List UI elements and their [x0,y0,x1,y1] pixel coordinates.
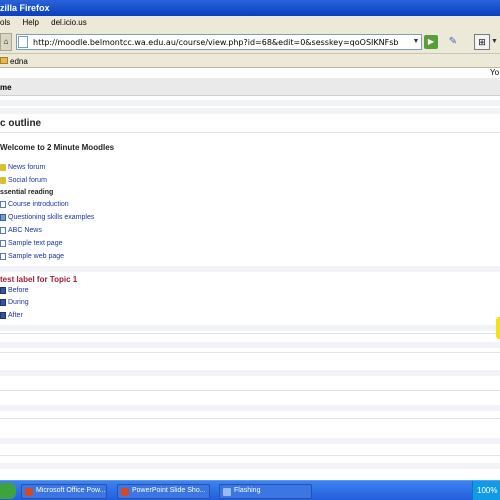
powerpoint-icon [121,488,129,496]
url-dropdown-icon[interactable]: ▼ [411,35,421,49]
menu-tools[interactable]: ols [0,18,10,27]
divider [0,108,500,114]
powerpoint-icon [25,488,33,496]
bookmarks-toolbar: edna [0,54,500,68]
url-text: http://moodle.belmontcc.wa.edu.au/course… [33,38,399,47]
social-forum-link[interactable]: Social forum [0,176,47,186]
divider [0,405,500,411]
resource-link[interactable]: ABC News [0,226,42,236]
resource-label: Sample web page [8,253,65,260]
divider [0,342,500,348]
page-icon [0,239,6,247]
search-engine-icon[interactable]: ⊞ [474,34,490,50]
page-favicon-icon [18,36,28,48]
navigation-toolbar: ⌂ http://moodle.belmontcc.wa.edu.au/cour… [0,30,500,54]
delicious-icon[interactable]: ✎ [446,35,460,49]
divider [0,390,500,391]
resource-label: Sample text page [8,240,63,247]
login-info: Yo [0,68,500,78]
page-icon [0,200,6,208]
start-button[interactable] [0,483,16,499]
resource-link[interactable]: Course introduction [0,200,69,210]
divider [0,438,500,444]
resource-link[interactable]: Sample web page [0,252,64,262]
window-title: zilla Firefox [0,3,50,13]
bookmark-edna[interactable]: edna [10,57,28,66]
menu-delicious[interactable]: del.icio.us [51,18,87,27]
divider [0,266,500,272]
divider [0,333,500,334]
video-link[interactable]: After [0,311,23,321]
divider [0,100,500,106]
forum-icon [0,176,6,184]
video-link[interactable]: During [0,298,29,308]
go-button[interactable]: ▶ [424,35,438,49]
breadcrumb: me [0,78,500,96]
url-bar[interactable]: http://moodle.belmontcc.wa.edu.au/course… [16,34,422,50]
course-welcome-heading: Welcome to 2 Minute Moodles [0,143,115,152]
essential-reading-label: ssential reading [0,189,54,196]
taskbar-item-powerpoint[interactable]: Microsoft Office Pow... [21,484,107,499]
divider [0,352,500,353]
resource-link[interactable]: Sample text page [0,239,62,249]
divider [0,132,500,133]
video-icon [0,286,6,294]
section-heading: c outline [0,118,42,129]
video-label: Before [8,287,29,294]
flash-icon [223,488,231,496]
resource-label: Questioning skills examples [8,214,95,221]
video-label: During [8,299,29,306]
divider [0,325,500,331]
window-titlebar: zilla Firefox [0,0,500,16]
resource-link[interactable]: Questioning skills examples [0,213,94,223]
video-icon [0,311,6,319]
taskbar-item-slideshow[interactable]: PowerPoint Slide Sho... [117,484,210,499]
menu-bar: ols Help del.icio.us [0,16,500,30]
taskbar-item-flashing[interactable]: Flashing [219,484,312,499]
login-text: Yo [490,68,500,77]
forum-label: Social forum [8,177,47,184]
resource-label: ABC News [8,227,42,234]
divider [0,455,500,456]
taskbar: Microsoft Office Pow... PowerPoint Slide… [0,480,500,500]
topic-label: test label for Topic 1 [0,275,78,284]
home-icon[interactable]: ⌂ [0,33,12,51]
tray-text: 100% [477,486,498,495]
resource-label: Course introduction [8,201,69,208]
task-label: PowerPoint Slide Sho... [132,487,206,494]
task-label: Microsoft Office Pow... [36,487,106,494]
forum-label: News forum [8,164,46,171]
video-icon [0,298,6,306]
video-label: After [8,312,23,319]
video-link[interactable]: Before [0,286,29,296]
breadcrumb-home[interactable]: me [0,83,12,92]
search-engine-dropdown-icon[interactable]: ▼ [491,38,498,45]
page-icon [0,226,6,234]
page-icon [0,252,6,260]
cursor-highlight [496,317,500,339]
folder-icon [0,57,8,64]
divider [0,418,500,419]
file-icon [0,213,6,221]
system-tray: 100% [472,481,500,500]
forum-icon [0,163,6,171]
news-forum-link[interactable]: News forum [0,163,45,173]
menu-help[interactable]: Help [22,18,38,27]
task-label: Flashing [234,487,261,494]
divider [0,370,500,376]
divider [0,463,500,469]
